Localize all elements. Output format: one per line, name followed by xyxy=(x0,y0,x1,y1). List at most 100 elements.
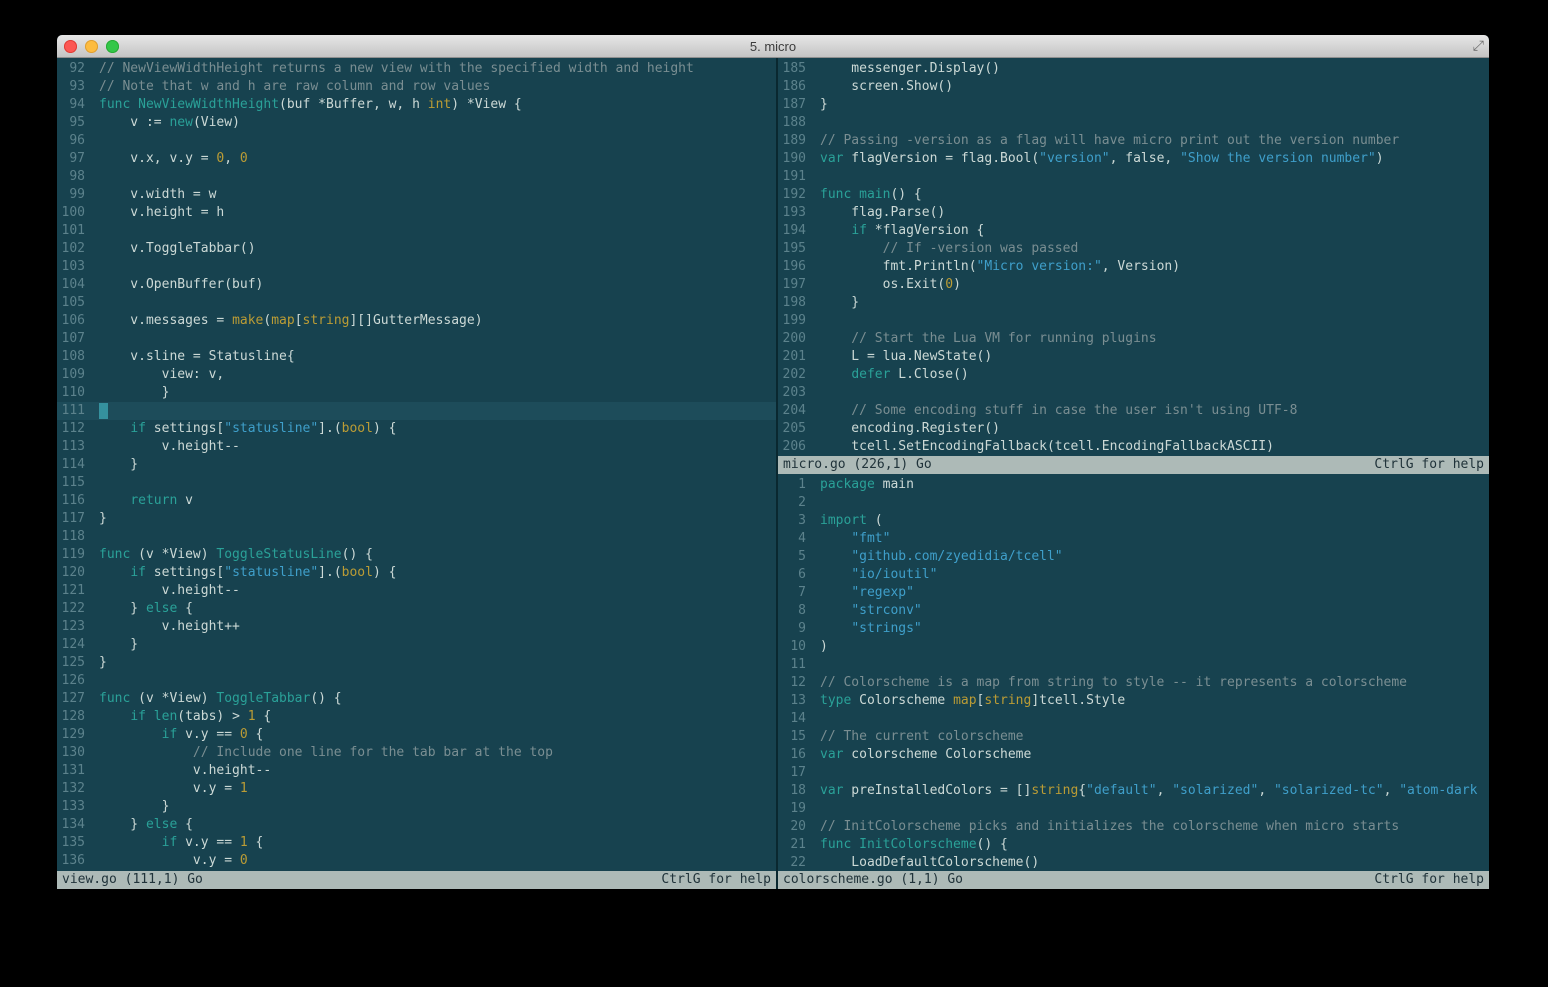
resize-icon[interactable]: ⤢ xyxy=(1473,37,1484,54)
code-line[interactable]: 196 fmt.Println("Micro version:", Versio… xyxy=(778,258,1489,276)
code-line[interactable]: 96 xyxy=(57,132,776,150)
code-line[interactable]: 133 } xyxy=(57,798,776,816)
code-line[interactable]: 117} xyxy=(57,510,776,528)
code-line[interactable]: 92// NewViewWidthHeight returns a new vi… xyxy=(57,60,776,78)
code-line[interactable]: 129 if v.y == 0 { xyxy=(57,726,776,744)
minimize-button[interactable] xyxy=(85,40,98,53)
code-line[interactable]: 4 "fmt" xyxy=(778,530,1489,548)
code-line[interactable]: 93// Note that w and h are raw column an… xyxy=(57,78,776,96)
code-line[interactable]: 102 v.ToggleTabbar() xyxy=(57,240,776,258)
code-line[interactable]: 128 if len(tabs) > 1 { xyxy=(57,708,776,726)
code-line[interactable]: 204 // Some encoding stuff in case the u… xyxy=(778,402,1489,420)
code-line[interactable]: 16var colorscheme Colorscheme xyxy=(778,746,1489,764)
code-line[interactable]: 106 v.messages = make(map[string][]Gutte… xyxy=(57,312,776,330)
code-line[interactable]: 14 xyxy=(778,710,1489,728)
code-line[interactable]: 11 xyxy=(778,656,1489,674)
close-button[interactable] xyxy=(64,40,77,53)
code-line[interactable]: 112 if settings["statusline"].(bool) { xyxy=(57,420,776,438)
code-line[interactable]: 8 "strconv" xyxy=(778,602,1489,620)
code-token: bool xyxy=(342,420,373,438)
code-line[interactable]: 203 xyxy=(778,384,1489,402)
code-line[interactable]: 110 } xyxy=(57,384,776,402)
code-line[interactable]: 18var preInstalledColors = []string{"def… xyxy=(778,782,1489,800)
code-line[interactable]: 134 } else { xyxy=(57,816,776,834)
code-line[interactable]: 205 encoding.Register() xyxy=(778,420,1489,438)
code-line[interactable]: 186 screen.Show() xyxy=(778,78,1489,96)
code-line[interactable]: 5 "github.com/zyedidia/tcell" xyxy=(778,548,1489,566)
code-line[interactable]: 190var flagVersion = flag.Bool("version"… xyxy=(778,150,1489,168)
code-line[interactable]: 21func InitColorscheme() { xyxy=(778,836,1489,854)
line-number: 9 xyxy=(778,620,806,638)
code-line[interactable]: 201 L = lua.NewState() xyxy=(778,348,1489,366)
code-line[interactable]: 107 xyxy=(57,330,776,348)
code-line[interactable]: 94func NewViewWidthHeight(buf *Buffer, w… xyxy=(57,96,776,114)
code-line[interactable]: 111 xyxy=(57,402,776,420)
code-line[interactable]: 185 messenger.Display() xyxy=(778,60,1489,78)
code-line[interactable]: 114 } xyxy=(57,456,776,474)
code-line[interactable]: 113 v.height-- xyxy=(57,438,776,456)
code-line[interactable]: 22 LoadDefaultColorscheme() xyxy=(778,854,1489,871)
code-line[interactable]: 1package main xyxy=(778,476,1489,494)
code-line[interactable]: 101 xyxy=(57,222,776,240)
code-line[interactable]: 105 xyxy=(57,294,776,312)
code-line[interactable]: 202 defer L.Close() xyxy=(778,366,1489,384)
code-line[interactable]: 20// InitColorscheme picks and initializ… xyxy=(778,818,1489,836)
code-line[interactable]: 125} xyxy=(57,654,776,672)
code-line[interactable]: 132 v.y = 1 xyxy=(57,780,776,798)
code-line[interactable]: 130 // Include one line for the tab bar … xyxy=(57,744,776,762)
code-line[interactable]: 197 os.Exit(0) xyxy=(778,276,1489,294)
code-line[interactable]: 121 v.height-- xyxy=(57,582,776,600)
code-line[interactable]: 103 xyxy=(57,258,776,276)
titlebar[interactable]: 5. micro ⤢ xyxy=(57,35,1489,58)
code-line[interactable]: 7 "regexp" xyxy=(778,584,1489,602)
code-line[interactable]: 115 xyxy=(57,474,776,492)
code-line[interactable]: 6 "io/ioutil" xyxy=(778,566,1489,584)
code-line[interactable]: 10) xyxy=(778,638,1489,656)
editor-pane-colorscheme-go[interactable]: 1package main23import (4 "fmt"5 "github.… xyxy=(778,474,1489,871)
code-line[interactable]: 17 xyxy=(778,764,1489,782)
code-line[interactable]: 194 if *flagVersion { xyxy=(778,222,1489,240)
code-line[interactable]: 195 // If -version was passed xyxy=(778,240,1489,258)
code-line[interactable]: 95 v := new(View) xyxy=(57,114,776,132)
code-line[interactable]: 118 xyxy=(57,528,776,546)
code-token: () { xyxy=(310,690,341,708)
code-line[interactable]: 2 xyxy=(778,494,1489,512)
code-line[interactable]: 97 v.x, v.y = 0, 0 xyxy=(57,150,776,168)
code-line[interactable]: 122 } else { xyxy=(57,600,776,618)
code-line[interactable]: 98 xyxy=(57,168,776,186)
editor-pane-micro-go[interactable]: 185 messenger.Display()186 screen.Show()… xyxy=(778,58,1489,456)
code-line[interactable]: 200 // Start the Lua VM for running plug… xyxy=(778,330,1489,348)
zoom-button[interactable] xyxy=(106,40,119,53)
code-line[interactable]: 119func (v *View) ToggleStatusLine() { xyxy=(57,546,776,564)
code-line[interactable]: 127func (v *View) ToggleTabbar() { xyxy=(57,690,776,708)
code-line[interactable]: 109 view: v, xyxy=(57,366,776,384)
code-line[interactable]: 206 tcell.SetEncodingFallback(tcell.Enco… xyxy=(778,438,1489,456)
code-line[interactable]: 124 } xyxy=(57,636,776,654)
code-line[interactable]: 189// Passing -version as a flag will ha… xyxy=(778,132,1489,150)
code-line[interactable]: 120 if settings["statusline"].(bool) { xyxy=(57,564,776,582)
code-line[interactable]: 100 v.height = h xyxy=(57,204,776,222)
code-line[interactable]: 131 v.height-- xyxy=(57,762,776,780)
code-line[interactable]: 136 v.y = 0 xyxy=(57,852,776,870)
code-line[interactable]: 99 v.width = w xyxy=(57,186,776,204)
code-line[interactable]: 135 if v.y == 1 { xyxy=(57,834,776,852)
code-line[interactable]: 15// The current colorscheme xyxy=(778,728,1489,746)
code-line[interactable]: 12// Colorscheme is a map from string to… xyxy=(778,674,1489,692)
code-line[interactable]: 104 v.OpenBuffer(buf) xyxy=(57,276,776,294)
code-line[interactable]: 193 flag.Parse() xyxy=(778,204,1489,222)
code-line[interactable]: 191 xyxy=(778,168,1489,186)
code-line[interactable]: 108 v.sline = Statusline{ xyxy=(57,348,776,366)
code-line[interactable]: 126 xyxy=(57,672,776,690)
code-line[interactable]: 198 } xyxy=(778,294,1489,312)
code-line[interactable]: 19 xyxy=(778,800,1489,818)
code-line[interactable]: 123 v.height++ xyxy=(57,618,776,636)
code-line[interactable]: 187} xyxy=(778,96,1489,114)
code-line[interactable]: 199 xyxy=(778,312,1489,330)
code-line[interactable]: 116 return v xyxy=(57,492,776,510)
code-line[interactable]: 192func main() { xyxy=(778,186,1489,204)
code-line[interactable]: 13type Colorscheme map[string]tcell.Styl… xyxy=(778,692,1489,710)
code-line[interactable]: 188 xyxy=(778,114,1489,132)
editor-pane-view-go[interactable]: 92// NewViewWidthHeight returns a new vi… xyxy=(57,58,776,871)
code-line[interactable]: 9 "strings" xyxy=(778,620,1489,638)
code-line[interactable]: 3import ( xyxy=(778,512,1489,530)
